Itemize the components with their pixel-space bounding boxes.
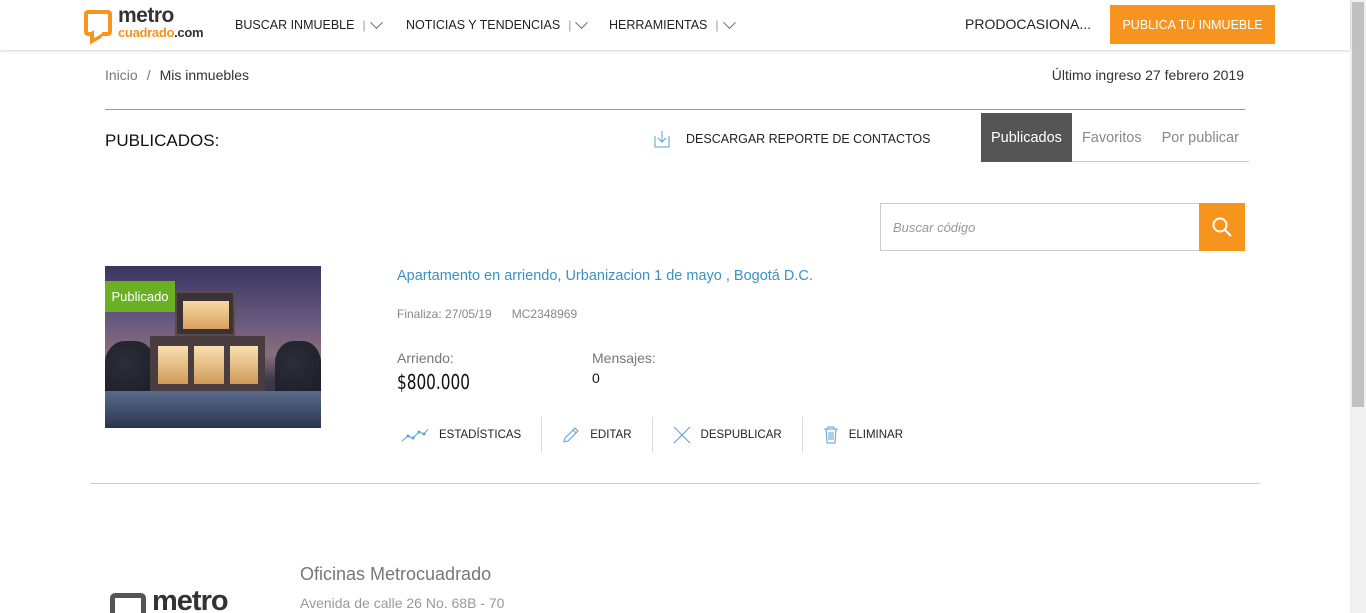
chevron-down-icon <box>575 15 589 29</box>
footer-logo: metro <box>108 585 248 613</box>
footer-logo-text: metro <box>152 585 229 613</box>
page-scrollbar[interactable] <box>1350 0 1366 613</box>
office-title: Oficinas Metrocuadrado <box>300 564 492 584</box>
listing-tabs: Publicados Favoritos Por publicar <box>981 113 1249 162</box>
download-icon <box>654 131 670 148</box>
code-search <box>880 203 1245 251</box>
tab-publicados[interactable]: Publicados <box>981 113 1072 162</box>
divider <box>105 109 1245 110</box>
breadcrumb-current: Mis inmuebles <box>159 67 250 83</box>
status-badge: Publicado <box>105 281 175 312</box>
messages-count: 0 <box>592 370 600 386</box>
nav-label: BUSCAR INMUEBLE <box>235 18 355 32</box>
search-button[interactable] <box>1199 203 1245 251</box>
messages-label: Mensajes: <box>592 350 656 366</box>
last-login-text: Último ingreso 27 febrero 2019 <box>1051 67 1244 83</box>
breadcrumb-home[interactable]: Inicio <box>105 67 138 83</box>
search-code-input[interactable] <box>881 204 1199 250</box>
breadcrumb-separator: / <box>146 67 151 83</box>
action-label: ELIMINAR <box>848 429 904 441</box>
tab-favoritos[interactable]: Favoritos <box>1072 113 1152 162</box>
listing-code: MC2348969 <box>511 307 578 321</box>
listing-title-link[interactable]: Apartamento en arriendo, Urbanizacion 1 … <box>397 268 813 284</box>
edit-button[interactable]: EDITAR <box>542 417 653 453</box>
listing-meta: Finaliza: 27/05/19 MC2348969 <box>397 307 577 321</box>
nav-label: NOTICIAS Y TENDENCIAS <box>406 18 561 32</box>
logo-text-bottom: cuadrado.com <box>118 25 204 40</box>
trash-icon <box>823 426 838 444</box>
logo-mark-icon <box>110 593 146 613</box>
site-logo[interactable]: metro cuadrado.com <box>84 4 214 42</box>
user-menu[interactable]: PRODOCASIONA... <box>965 16 1091 32</box>
chevron-down-icon <box>722 15 736 29</box>
delete-button[interactable]: ELIMINAR <box>803 417 923 453</box>
price-value: $800.000 <box>397 370 470 394</box>
logo-mark-icon <box>84 10 112 36</box>
download-label: DESCARGAR REPORTE DE CONTACTOS <box>686 132 931 146</box>
page-title: PUBLICADOS: <box>105 131 220 150</box>
nav-buscar-inmueble[interactable]: BUSCAR INMUEBLE | <box>235 15 383 32</box>
office-address: Avenida de calle 26 No. 68B - 70 <box>300 595 505 611</box>
search-icon <box>1212 217 1232 237</box>
chevron-down-icon <box>369 15 383 29</box>
nav-separator: | <box>362 18 366 32</box>
pencil-icon <box>563 427 579 443</box>
listing-actions: ESTADÍSTICAS EDITAR DESPUBLICAR ELIMINAR <box>397 417 923 453</box>
price-label: Arriendo: <box>397 350 454 366</box>
statistics-button[interactable]: ESTADÍSTICAS <box>397 417 543 453</box>
listing-end-date: Finaliza: 27/05/19 <box>397 307 492 321</box>
scrollbar-thumb[interactable] <box>1352 2 1364 407</box>
top-header: metro cuadrado.com BUSCAR INMUEBLE | NOT… <box>0 0 1350 50</box>
action-label: EDITAR <box>590 429 632 441</box>
nav-separator: | <box>715 18 719 32</box>
nav-label: HERRAMIENTAS <box>609 18 708 32</box>
divider <box>90 483 1260 484</box>
stats-icon <box>401 428 429 442</box>
nav-separator: | <box>568 18 572 32</box>
close-icon <box>673 426 690 444</box>
publish-property-button[interactable]: PUBLICA TU INMUEBLE <box>1110 5 1275 44</box>
breadcrumb: Inicio / Mis inmuebles <box>105 67 249 83</box>
action-label: ESTADÍSTICAS <box>439 429 522 441</box>
nav-noticias-tendencias[interactable]: NOTICIAS Y TENDENCIAS | <box>406 15 589 32</box>
nav-herramientas[interactable]: HERRAMIENTAS | <box>609 15 736 32</box>
action-label: DESPUBLICAR <box>700 429 782 441</box>
unpublish-button[interactable]: DESPUBLICAR <box>653 417 803 453</box>
tab-por-publicar[interactable]: Por publicar <box>1152 113 1249 162</box>
download-contacts-report-button[interactable]: DESCARGAR REPORTE DE CONTACTOS <box>654 130 930 148</box>
